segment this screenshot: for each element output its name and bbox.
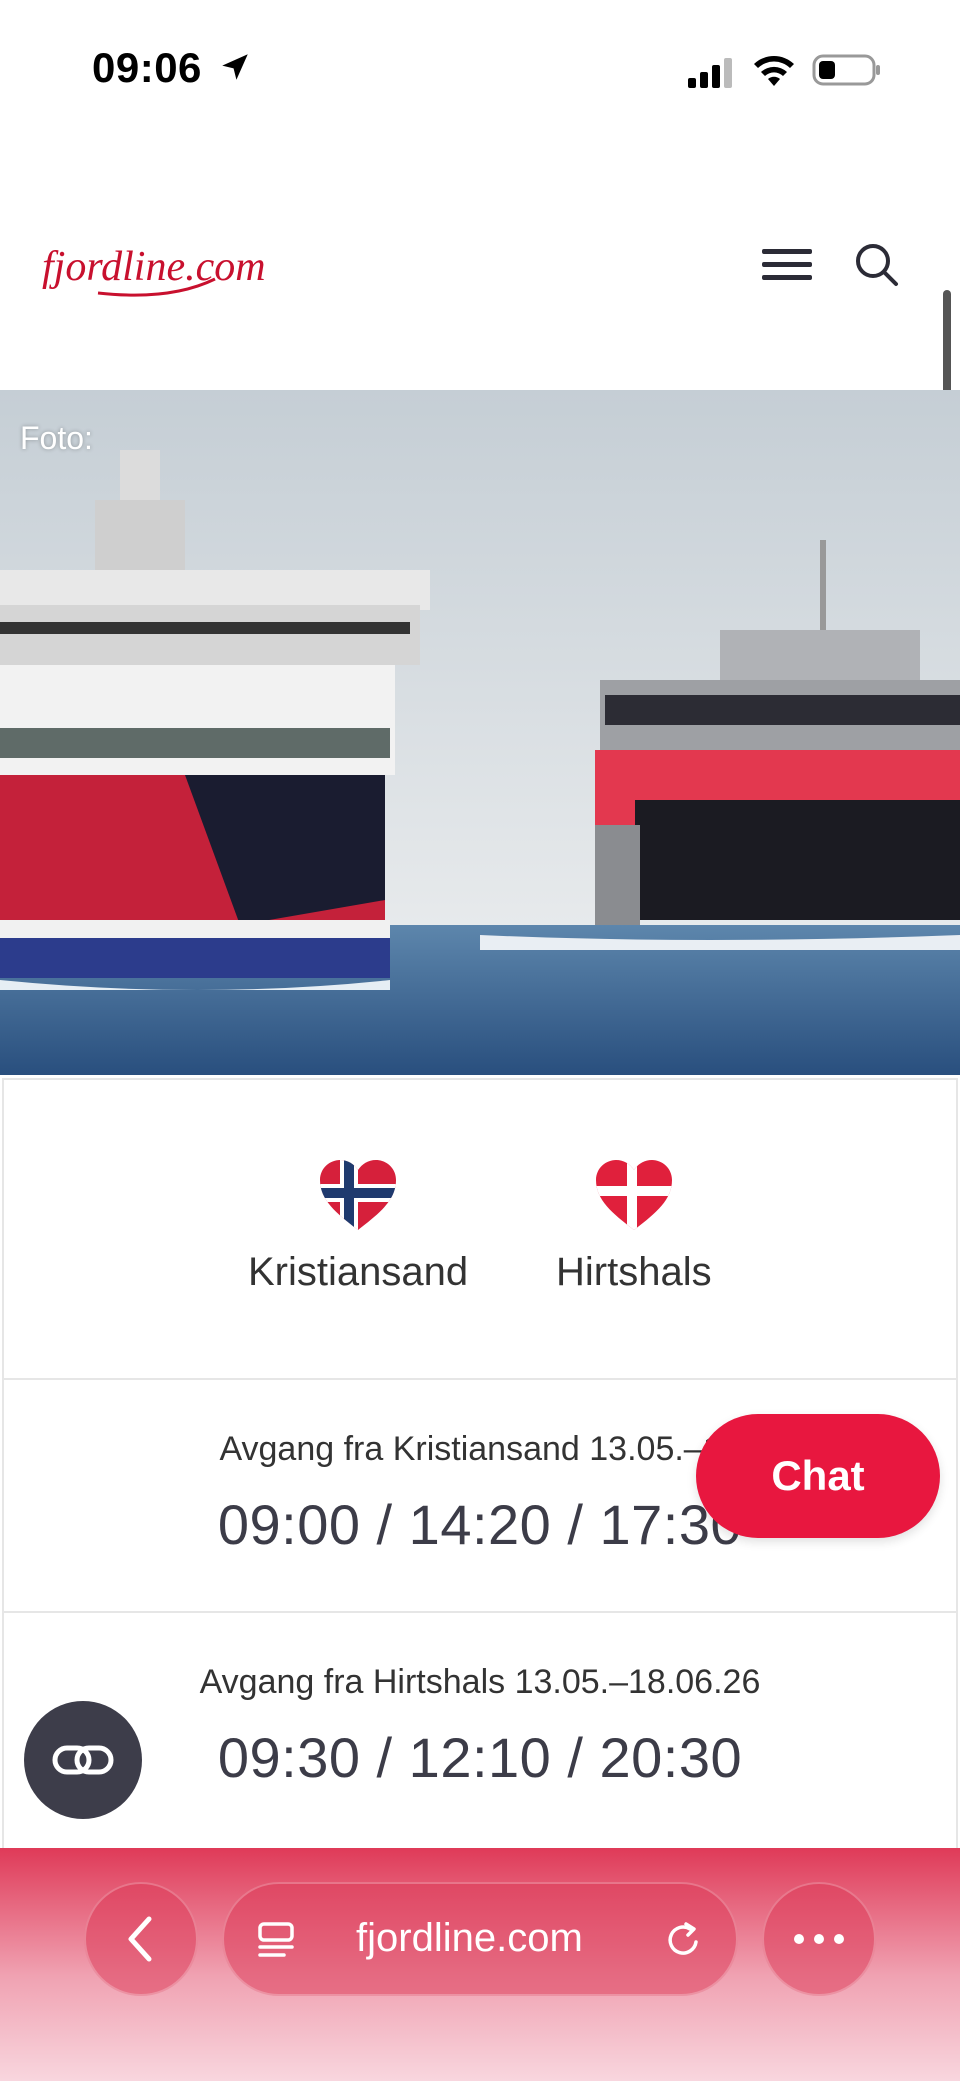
search-icon[interactable] (852, 240, 902, 290)
location-arrow-icon (222, 54, 248, 80)
ferries-photo (0, 390, 960, 1075)
departure-schedule-hirtshals: Avgang fra Hirtshals 13.05.–18.06.26 09:… (2, 1613, 958, 1853)
status-time: 09:06 (92, 44, 202, 91)
route-card: Kristiansand Hirtshals (2, 1078, 958, 1378)
back-chevron-icon (128, 1916, 152, 1962)
more-button[interactable] (762, 1882, 876, 1996)
fjordline-logo[interactable]: fjordline.com (40, 235, 320, 305)
site-header: fjordline.com (0, 140, 960, 480)
cellular-signal-icon (688, 58, 732, 88)
status-bar: 09:06 (0, 0, 960, 140)
more-icon (794, 1934, 844, 1944)
reload-icon[interactable] (664, 1920, 704, 1960)
departure-title: Avgang fra Hirtshals 13.05.–18.06.26 (199, 1663, 761, 1701)
tabs-icon[interactable] (256, 1920, 296, 1960)
address-bar[interactable]: fjordline.com (222, 1882, 738, 1996)
departure-port: Kristiansand (248, 1250, 469, 1294)
arrival-port: Hirtshals (556, 1250, 712, 1294)
back-button[interactable] (84, 1882, 198, 1996)
departure-times: 09:30 / 12:10 / 20:30 (217, 1726, 743, 1789)
chat-button[interactable]: Chat (696, 1414, 940, 1538)
link-chain-icon (52, 1745, 114, 1775)
wifi-icon (754, 56, 794, 86)
photo-caption: Foto: (20, 420, 93, 456)
battery-icon (812, 54, 880, 86)
hamburger-menu-icon[interactable] (760, 245, 814, 285)
browser-toolbar: fjordline.com (0, 1848, 960, 2081)
url-text: fjordline.com (356, 1916, 583, 1960)
norway-heart-flag-icon (320, 1160, 396, 1230)
denmark-heart-flag-icon (596, 1160, 672, 1230)
reader-mode-button[interactable] (24, 1701, 142, 1819)
svg-text:fjordline.com: fjordline.com (42, 244, 266, 290)
hero-image: Foto: (0, 390, 960, 1075)
